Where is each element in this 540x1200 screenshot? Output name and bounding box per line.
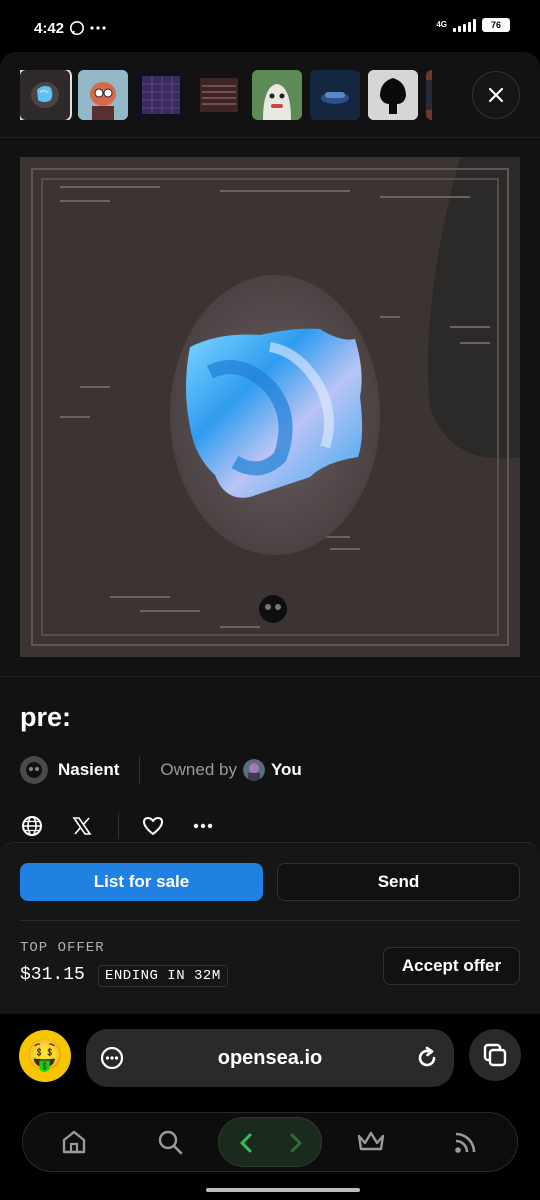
- globe-icon: [22, 816, 42, 836]
- action-panel: List for sale Send TOP OFFER $31.15 ENDI…: [0, 842, 540, 1014]
- nav-back-forward-group: [218, 1117, 322, 1167]
- social-action-row: [20, 812, 215, 840]
- home-indicator[interactable]: [206, 1188, 360, 1192]
- website-button[interactable]: [20, 814, 44, 838]
- close-button[interactable]: [472, 71, 520, 119]
- thumb-purple-grid[interactable]: [136, 70, 186, 120]
- thumbnail-strip[interactable]: [20, 70, 432, 120]
- money-face-emoji: 🤑: [26, 1039, 64, 1072]
- owner-name[interactable]: You: [271, 760, 302, 780]
- nav-back[interactable]: [231, 1128, 261, 1158]
- top-offer-label: TOP OFFER: [20, 940, 105, 956]
- network-type: 4G: [436, 20, 447, 29]
- url-text: opensea.io: [217, 1047, 323, 1069]
- owned-by-label: Owned by: [160, 760, 237, 779]
- thumb-blue-car[interactable]: [310, 70, 360, 120]
- heart-icon: [143, 817, 163, 835]
- nft-title: pre:: [20, 702, 72, 732]
- thumb-partial[interactable]: [426, 70, 432, 120]
- battery-icon: 76: [482, 18, 510, 32]
- nav-crown[interactable]: [356, 1127, 386, 1157]
- reload-icon[interactable]: [414, 1045, 440, 1071]
- home-icon: [62, 1130, 86, 1154]
- divider: [20, 920, 520, 921]
- bottom-navigation: [22, 1112, 518, 1172]
- more-icon: [193, 823, 213, 829]
- owner-avatar[interactable]: [242, 759, 265, 781]
- x-profile-button[interactable]: [70, 814, 94, 838]
- nft-artwork-image: [20, 157, 520, 657]
- creator-owner-row: Nasient Owned by You: [20, 754, 302, 786]
- divider: [0, 676, 540, 677]
- close-icon: [488, 87, 504, 103]
- signal-icon: [453, 18, 476, 32]
- nav-home[interactable]: [59, 1127, 89, 1157]
- top-offer-price: $31.15: [20, 965, 85, 985]
- creator-avatar[interactable]: [20, 756, 48, 784]
- tabs-icon: [483, 1043, 507, 1067]
- status-time: 4:42: [34, 20, 65, 37]
- nav-feed[interactable]: [451, 1127, 481, 1157]
- address-bar[interactable]: opensea.io: [86, 1029, 454, 1087]
- thumb-green-face[interactable]: [252, 70, 302, 120]
- tabs-button[interactable]: [469, 1029, 521, 1081]
- search-icon: [158, 1130, 183, 1155]
- creator-name[interactable]: Nasient: [58, 760, 119, 780]
- list-for-sale-button[interactable]: List for sale: [20, 863, 263, 901]
- nft-detail-sheet: pre: Nasient Owned by You List for sale …: [0, 52, 540, 1014]
- offer-ending-badge: ENDING IN 32M: [98, 965, 228, 987]
- nav-forward[interactable]: [281, 1128, 311, 1158]
- thumb-red-lines[interactable]: [194, 70, 244, 120]
- whatsapp-icon: [70, 21, 106, 35]
- browser-toolbar: 🤑 opensea.io: [0, 1014, 540, 1102]
- x-logo-icon: [72, 817, 92, 835]
- thumb-cartoon-pig[interactable]: [78, 70, 128, 120]
- separator: [139, 756, 141, 784]
- nav-search[interactable]: [155, 1127, 185, 1157]
- crown-icon: [357, 1131, 385, 1151]
- forward-icon: [290, 1133, 302, 1153]
- status-bar: 4:42 4G 76: [0, 0, 540, 52]
- profile-emoji-button[interactable]: 🤑: [19, 1030, 71, 1082]
- collection-thumbnail-bar: [0, 52, 540, 138]
- feed-icon: [455, 1132, 476, 1153]
- back-icon: [240, 1133, 252, 1153]
- send-button[interactable]: Send: [277, 863, 520, 901]
- more-options-button[interactable]: [191, 814, 215, 838]
- thumb-black-tree[interactable]: [368, 70, 418, 120]
- favorite-button[interactable]: [141, 814, 165, 838]
- accept-offer-button[interactable]: Accept offer: [383, 947, 520, 985]
- status-notification-icons: [70, 20, 112, 39]
- nft-artwork[interactable]: [20, 157, 520, 657]
- thumb-pre-cube[interactable]: [20, 70, 72, 120]
- separator: [118, 813, 119, 839]
- status-indicators: 4G 76: [436, 18, 510, 32]
